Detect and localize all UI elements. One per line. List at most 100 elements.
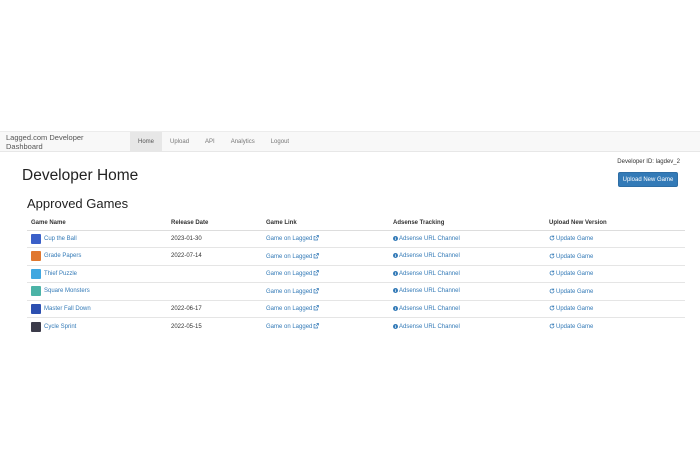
table-row: Grade Papers 2022-07-14 Game on Lagged Adse… (27, 247, 685, 265)
update-game-link[interactable]: Update Game (549, 235, 594, 243)
update-game-link[interactable]: Update Game (549, 253, 593, 260)
refresh-icon (549, 305, 555, 311)
update-game-label: Update Game (556, 236, 594, 243)
update-cell: Update Game (545, 229, 685, 248)
update-game-link[interactable]: Update Game (549, 270, 594, 278)
info-circle-icon (393, 253, 398, 259)
column-header-game-name: Game Name (27, 216, 167, 231)
column-header-game-link: Game Link (262, 216, 389, 231)
game-thumbnail[interactable] (31, 321, 41, 332)
table-row: Master Fall Down 2022-06-17 Game on Lagged… (27, 299, 685, 318)
info-circle-icon (393, 288, 398, 294)
adsense-label: Adsense URL Channel (399, 305, 460, 312)
adsense-cell: Adsense URL Channel (389, 317, 545, 335)
info-circle-icon (393, 270, 398, 276)
update-cell: Update Game (545, 317, 685, 335)
release-date-cell: 2023-01-30 (167, 229, 262, 248)
adsense-label: Adsense URL Channel (399, 323, 460, 330)
game-on-lagged-link[interactable]: Game on Lagged (266, 287, 320, 295)
game-thumbnail[interactable] (31, 303, 41, 314)
game-on-lagged-link[interactable]: Game on Lagged (266, 305, 320, 313)
game-thumbnail[interactable] (31, 268, 41, 279)
game-name-link[interactable]: Thief Puzzle (44, 271, 77, 277)
external-link-icon (314, 305, 320, 311)
external-link-icon (314, 252, 320, 259)
refresh-icon (549, 270, 555, 276)
approved-games-title: Approved Games (27, 196, 129, 211)
update-cell: Update Game (545, 247, 685, 265)
nav-api[interactable]: API (197, 132, 223, 151)
nav-logout[interactable]: Logout (263, 132, 297, 151)
adsense-url-channel-link[interactable]: Adsense URL Channel (393, 235, 460, 242)
brand-title[interactable]: Lagged.com Developer Dashboard (0, 132, 130, 151)
update-game-label: Update Game (556, 324, 594, 330)
game-thumbnail[interactable] (31, 233, 41, 244)
game-link-cell: Game on Lagged (262, 299, 389, 318)
page-title: Developer Home (22, 167, 139, 184)
external-link-icon (314, 270, 320, 276)
adsense-url-channel-link[interactable]: Adsense URL Channel (393, 253, 460, 259)
game-name-link[interactable]: Cycle Sprint (44, 324, 76, 330)
release-date-cell (167, 264, 262, 283)
game-name-cell: Thief Puzzle (27, 264, 167, 283)
update-cell: Update Game (545, 299, 685, 318)
game-on-lagged-link[interactable]: Game on Lagged (266, 252, 320, 260)
game-on-lagged-label: Game on Lagged (266, 271, 313, 278)
info-circle-icon (393, 305, 398, 311)
column-header-release-date: Release Date (167, 216, 262, 231)
game-on-lagged-label: Game on Lagged (266, 236, 313, 243)
game-name-link[interactable]: Master Fall Down (44, 306, 91, 312)
game-link-cell: Game on Lagged (262, 317, 389, 335)
nav-upload[interactable]: Upload (162, 132, 197, 151)
adsense-cell: Adsense URL Channel (389, 247, 545, 265)
adsense-url-channel-link[interactable]: Adsense URL Channel (393, 305, 460, 312)
game-link-cell: Game on Lagged (262, 229, 389, 248)
adsense-url-channel-link[interactable]: Adsense URL Channel (393, 288, 460, 294)
update-game-link[interactable]: Update Game (549, 288, 593, 295)
column-header-upload-new-version: Upload New Version (545, 216, 685, 231)
adsense-label: Adsense URL Channel (399, 270, 460, 277)
game-link-cell: Game on Lagged (262, 247, 389, 265)
adsense-cell: Adsense URL Channel (389, 264, 545, 283)
game-on-lagged-link[interactable]: Game on Lagged (266, 235, 320, 243)
adsense-cell: Adsense URL Channel (389, 229, 545, 248)
table-body: Cup the Ball 2023-01-30 Game on Lagged Adse… (27, 229, 685, 335)
external-link-icon (314, 323, 320, 329)
game-on-lagged-label: Game on Lagged (266, 306, 313, 313)
table-row: Thief Puzzle Game on Lagged Adsense URL Ch… (27, 264, 685, 283)
game-on-lagged-link[interactable]: Game on Lagged (266, 323, 320, 330)
update-game-label: Update Game (556, 271, 594, 278)
external-link-icon (314, 235, 320, 241)
refresh-icon (549, 288, 555, 294)
release-date-cell: 2022-07-14 (167, 247, 262, 265)
refresh-icon (549, 253, 555, 259)
nav-home[interactable]: Home (130, 132, 163, 151)
upload-new-game-button[interactable]: Upload New Game (618, 172, 678, 187)
developer-id: Developer ID: lagdev_2 (617, 159, 680, 165)
game-name-cell: Cup the Ball (27, 229, 167, 248)
game-name-link[interactable]: Cup the Ball (44, 236, 77, 242)
nav-analytics[interactable]: Analytics (223, 132, 263, 151)
game-on-lagged-link[interactable]: Game on Lagged (266, 270, 320, 278)
approved-games-table: Game Name Release Date Game Link Adsense… (27, 216, 685, 335)
adsense-label: Adsense URL Channel (399, 253, 460, 260)
game-thumbnail[interactable] (31, 251, 41, 262)
external-link-icon (314, 287, 320, 294)
game-on-lagged-label: Game on Lagged (266, 324, 313, 330)
refresh-icon (549, 323, 555, 329)
update-game-link[interactable]: Update Game (549, 305, 593, 312)
adsense-cell: Adsense URL Channel (389, 282, 545, 300)
update-game-link[interactable]: Update Game (549, 323, 594, 330)
adsense-label: Adsense URL Channel (399, 235, 460, 242)
game-name-link[interactable]: Square Monsters (44, 288, 90, 294)
top-navbar: Lagged.com Developer Dashboard Home Uplo… (0, 131, 700, 152)
table-header-row: Game Name Release Date Game Link Adsense… (27, 216, 685, 231)
refresh-icon (549, 235, 555, 241)
adsense-url-channel-link[interactable]: Adsense URL Channel (393, 270, 460, 277)
game-name-link[interactable]: Grade Papers (44, 253, 81, 259)
game-name-cell: Cycle Sprint (27, 317, 167, 335)
adsense-url-channel-link[interactable]: Adsense URL Channel (393, 323, 460, 330)
game-thumbnail[interactable] (31, 286, 41, 297)
info-circle-icon (393, 323, 398, 329)
table-row: Cup the Ball 2023-01-30 Game on Lagged Adse… (27, 229, 685, 248)
